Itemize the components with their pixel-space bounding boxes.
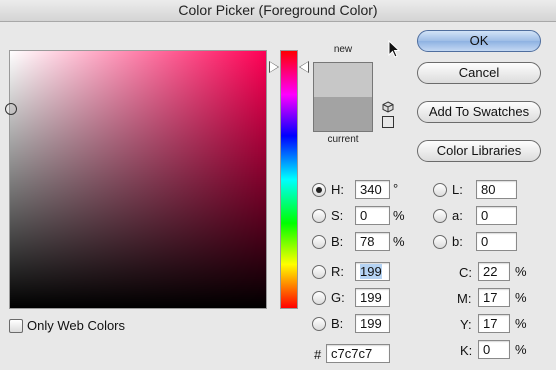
lab-b-radio[interactable] [433, 235, 447, 249]
cube-icon[interactable] [382, 101, 394, 113]
hue-radio[interactable] [312, 183, 326, 197]
hue-slider-left-arrow-icon[interactable] [270, 62, 278, 72]
saturation-label: S: [331, 208, 344, 223]
blue-label: B: [331, 316, 344, 331]
title-bar: Color Picker (Foreground Color) [0, 0, 556, 22]
color-field[interactable] [9, 50, 267, 309]
current-color-label: current [327, 134, 359, 145]
add-to-swatches-button[interactable]: Add To Swatches [417, 101, 541, 123]
black-label: K: [460, 343, 473, 358]
red-field[interactable]: 199 [355, 262, 390, 281]
new-color-label: new [333, 44, 353, 55]
cyan-label: C: [459, 265, 472, 280]
cyan-field[interactable]: 22 [478, 262, 510, 281]
new-color-swatch [314, 63, 372, 97]
green-label: G: [331, 290, 345, 305]
red-label: R: [331, 264, 344, 279]
only-web-colors-checkbox[interactable] [9, 319, 23, 333]
lab-a-radio[interactable] [433, 209, 447, 223]
cyan-unit: % [515, 264, 527, 279]
cancel-button[interactable]: Cancel [417, 62, 541, 84]
hue-label: H: [331, 182, 344, 197]
lab-a-field[interactable]: 0 [476, 206, 517, 225]
blue-radio[interactable] [312, 317, 326, 331]
ok-button[interactable]: OK [417, 30, 541, 52]
red-radio[interactable] [312, 265, 326, 279]
color-libraries-button[interactable]: Color Libraries [417, 140, 541, 162]
color-field-marker[interactable] [5, 103, 17, 115]
only-web-colors-label[interactable]: Only Web Colors [27, 318, 125, 333]
yellow-unit: % [515, 316, 527, 331]
lab-l-label: L: [452, 182, 463, 197]
saturation-unit: % [393, 208, 405, 223]
green-field[interactable]: 199 [355, 288, 390, 307]
lab-l-field[interactable]: 80 [476, 180, 517, 199]
black-unit: % [515, 342, 527, 357]
brightness-radio[interactable] [312, 235, 326, 249]
magenta-label: M: [457, 291, 472, 306]
web-safe-swatch-icon[interactable] [382, 116, 394, 128]
lab-b-field[interactable]: 0 [476, 232, 517, 251]
blue-field[interactable]: 199 [355, 314, 390, 333]
magenta-unit: % [515, 290, 527, 305]
mouse-pointer-icon [388, 40, 401, 58]
saturation-radio[interactable] [312, 209, 326, 223]
color-preview [313, 62, 373, 132]
saturation-field[interactable]: 0 [355, 206, 390, 225]
lab-a-label: a: [452, 208, 463, 223]
current-color-swatch[interactable] [314, 97, 372, 131]
brightness-field[interactable]: 78 [355, 232, 390, 251]
yellow-label: Y: [460, 317, 472, 332]
lab-l-radio[interactable] [433, 183, 447, 197]
hue-unit: ° [393, 181, 399, 196]
hue-slider-right-arrow-icon[interactable] [300, 62, 308, 72]
black-field[interactable]: 0 [478, 340, 510, 359]
lab-b-label: b: [452, 234, 463, 249]
brightness-unit: % [393, 234, 405, 249]
hue-slider[interactable] [280, 50, 298, 309]
brightness-label: B: [331, 234, 344, 249]
yellow-field[interactable]: 17 [478, 314, 510, 333]
hue-field[interactable]: 340 [355, 180, 390, 199]
window-title: Color Picker (Foreground Color) [178, 2, 378, 18]
hex-label: # [314, 347, 322, 362]
green-radio[interactable] [312, 291, 326, 305]
magenta-field[interactable]: 17 [478, 288, 510, 307]
hex-field[interactable]: c7c7c7 [326, 344, 390, 363]
